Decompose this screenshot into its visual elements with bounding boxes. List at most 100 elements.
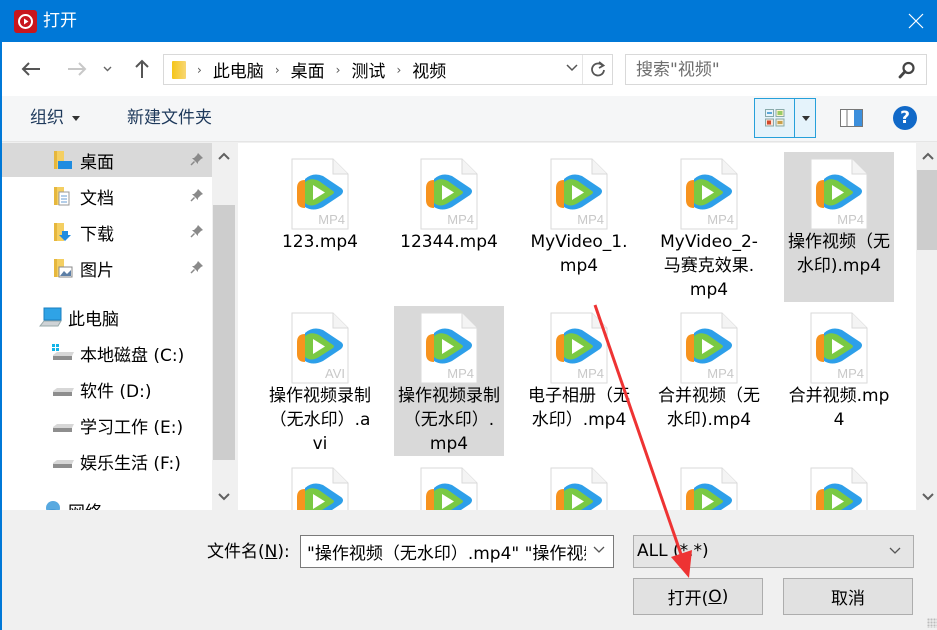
documents-folder-icon	[52, 185, 74, 207]
file-item[interactable]: MP4	[265, 461, 375, 510]
video-file-icon: MP4	[420, 467, 478, 510]
file-type-value: ALL (*.*)	[637, 541, 709, 561]
file-item[interactable]: MP4 12344.mp4	[394, 152, 504, 302]
sidebar-item-drive[interactable]: 学习工作 (E:)	[2, 408, 212, 442]
resize-grip[interactable]	[927, 618, 937, 628]
breadcrumb-item[interactable]: 视频	[412, 57, 446, 82]
file-list-scrollbar[interactable]	[916, 143, 937, 510]
pin-icon[interactable]	[190, 224, 204, 242]
open-button[interactable]: 打开(O)	[633, 578, 763, 615]
pictures-folder-icon	[52, 257, 74, 279]
back-arrow-icon	[21, 62, 40, 76]
refresh-button[interactable]	[582, 55, 612, 84]
breadcrumb-separator-icon[interactable]: ›	[197, 63, 202, 77]
filename-input[interactable]	[301, 536, 586, 567]
drive-icon	[51, 415, 75, 435]
video-file-icon: MP4	[550, 312, 608, 384]
file-type-text: MP4	[837, 366, 864, 381]
filename-combobox	[300, 535, 614, 568]
search-input[interactable]	[626, 55, 886, 84]
file-item[interactable]: MP4 合并视频.mp4	[784, 306, 894, 456]
breadcrumb-separator-icon[interactable]: ›	[336, 63, 341, 77]
pin-icon[interactable]	[190, 152, 204, 170]
file-item[interactable]: MP4	[654, 461, 764, 510]
sidebar-item-drive[interactable]: 软件 (D:)	[2, 372, 212, 406]
scroll-down-button[interactable]	[916, 488, 937, 506]
video-file-icon: MP4	[420, 158, 478, 230]
file-type-text: MP4	[707, 366, 734, 381]
chevron-up-icon	[218, 152, 230, 160]
pin-icon[interactable]	[190, 260, 204, 278]
help-button[interactable]: ?	[893, 106, 917, 130]
video-file-icon: MP4	[550, 158, 608, 230]
video-file-icon: MP4	[420, 312, 478, 384]
sidebar-item-network[interactable]: 网络	[2, 493, 212, 510]
file-item[interactable]: MP4 电子相册（无水印）.mp4	[524, 306, 634, 456]
sidebar-item-quick-access[interactable]: 图片	[2, 251, 212, 285]
file-name: MyVideo_2-马赛克效果.mp4	[660, 232, 758, 300]
sidebar-item-drive[interactable]: 本地磁盘 (C:)	[2, 336, 212, 370]
cancel-button[interactable]: 取消	[783, 578, 913, 615]
breadcrumb-item[interactable]: 桌面	[291, 57, 325, 82]
video-file-icon: MP4	[680, 312, 738, 384]
organize-menu-button[interactable]: 组织	[30, 107, 80, 129]
file-item[interactable]: MP4 123.mp4	[265, 152, 375, 302]
breadcrumb-separator-icon[interactable]: ›	[396, 63, 401, 77]
open-label-end: )	[721, 586, 729, 607]
sidebar-item-label: 软件 (D:)	[80, 381, 152, 402]
video-file-icon: MP4	[680, 467, 738, 510]
video-file-icon: MP4	[810, 467, 868, 510]
sidebar-item-quick-access[interactable]: 下载	[2, 215, 212, 249]
scroll-down-button[interactable]	[212, 488, 236, 506]
filename-label-text: 文件名(	[207, 542, 265, 562]
file-item[interactable]: MP4	[524, 461, 634, 510]
sidebar-item-label: 网络	[68, 498, 102, 511]
change-view-button[interactable]	[755, 99, 795, 137]
sidebar-item-quick-access[interactable]: 桌面	[2, 143, 212, 177]
computer-icon	[39, 307, 63, 327]
chevron-down-icon	[566, 64, 578, 72]
recent-locations-button[interactable]	[97, 54, 117, 84]
breadcrumb-item[interactable]: 此电脑	[213, 57, 264, 82]
chevron-down-icon	[921, 493, 934, 501]
file-item[interactable]: AVI 操作视频录制（无水印）.avi	[265, 306, 375, 456]
file-item[interactable]: MP4	[784, 461, 894, 510]
pin-icon[interactable]	[190, 188, 204, 206]
navigation-pane-scrollbar[interactable]	[212, 143, 236, 510]
address-dropdown-button[interactable]	[566, 61, 578, 76]
scrollbar-thumb[interactable]	[917, 170, 937, 250]
scroll-up-button[interactable]	[212, 147, 236, 165]
close-icon	[908, 13, 924, 29]
sidebar-item-this-pc[interactable]: 此电脑	[2, 300, 212, 334]
file-item[interactable]: MP4 操作视频（无水印).mp4	[784, 152, 894, 302]
file-item[interactable]: MP4 操作视频录制（无水印）.mp4	[394, 306, 504, 456]
breadcrumb-item[interactable]: 测试	[351, 57, 385, 82]
preview-pane-button[interactable]	[840, 108, 864, 128]
filename-dropdown-button[interactable]	[593, 543, 605, 558]
file-item[interactable]: MP4 合并视频（无水印).mp4	[654, 306, 764, 456]
file-type-filter[interactable]: ALL (*.*)	[633, 535, 914, 568]
file-list: MP4 123.mp4 MP4 12344.mp4 MP4 MyVideo_1.mp4 MP…	[238, 143, 916, 510]
file-item[interactable]: MP4	[394, 461, 504, 510]
scrollbar-thumb[interactable]	[213, 205, 235, 460]
forward-button[interactable]	[62, 54, 92, 84]
filename-label: 文件名(N):	[207, 541, 290, 563]
drive-icon	[51, 451, 75, 471]
breadcrumb-separator-icon[interactable]: ›	[275, 63, 280, 77]
back-button[interactable]	[16, 54, 46, 84]
sidebar-item-label: 图片	[80, 260, 114, 281]
file-item[interactable]: MP4 MyVideo_2-马赛克效果.mp4	[654, 152, 764, 302]
scroll-up-button[interactable]	[916, 147, 937, 165]
address-bar[interactable]: › 此电脑 › 桌面 › 测试 › 视频	[163, 54, 613, 85]
new-folder-button[interactable]: 新建文件夹	[127, 107, 212, 129]
view-options-dropdown[interactable]	[796, 99, 815, 137]
sidebar-item-quick-access[interactable]: 文档	[2, 179, 212, 213]
close-button[interactable]	[893, 0, 937, 42]
breadcrumb: › 此电脑 › 桌面 › 测试 › 视频	[186, 57, 446, 82]
chevron-down-icon	[593, 546, 605, 553]
up-button[interactable]	[127, 54, 157, 84]
sidebar-item-drive[interactable]: 娱乐生活 (F:)	[2, 444, 212, 478]
file-type-text: AVI	[325, 366, 345, 381]
file-item[interactable]: MP4 MyVideo_1.mp4	[524, 152, 634, 302]
search-icon[interactable]	[898, 61, 916, 83]
